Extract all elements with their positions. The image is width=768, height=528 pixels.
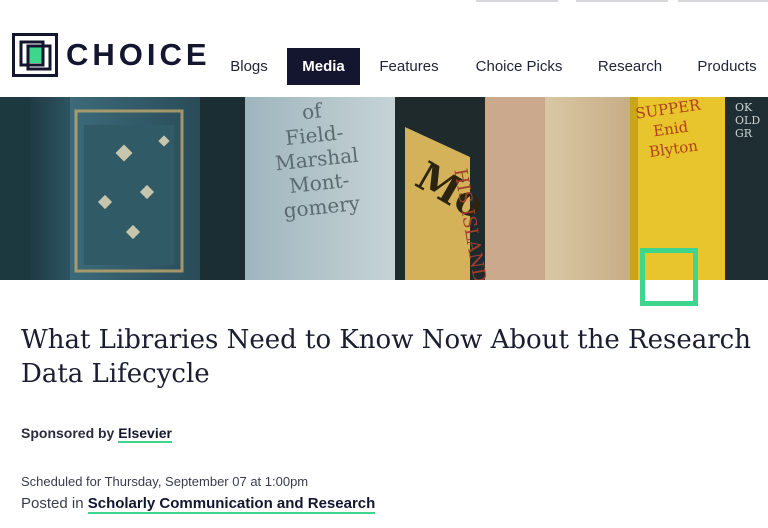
- posted-in-line: Posted in Scholarly Communication and Re…: [21, 495, 376, 514]
- nav-features[interactable]: Features: [370, 48, 448, 85]
- article-title: What Libraries Need to Know Now About th…: [21, 325, 751, 389]
- site-logo[interactable]: CHOICE: [12, 33, 211, 77]
- scheduled-time: Scheduled for Thursday, September 07 at …: [21, 474, 309, 489]
- sponsored-line: Sponsored by Elsevier: [21, 425, 172, 443]
- logo-wordmark: CHOICE: [66, 37, 211, 72]
- sponsored-prefix: Sponsored by: [21, 425, 115, 441]
- nav-research[interactable]: Research: [588, 48, 672, 85]
- accent-square-decoration: [640, 248, 698, 306]
- site-header: CHOICE Blogs Media Features Choice Picks…: [0, 0, 768, 97]
- nav-media[interactable]: Media: [287, 48, 360, 85]
- book-title-enid-blyton: SUPPER Enid Blyton: [634, 97, 702, 162]
- book-title-field-marshal: of Field- Marshal Mont- gomery: [273, 98, 362, 223]
- category-link[interactable]: Scholarly Communication and Research: [87, 495, 376, 514]
- nav-choice-picks[interactable]: Choice Picks: [464, 48, 574, 85]
- choice-logo-icon: [12, 33, 58, 77]
- nav-blogs[interactable]: Blogs: [218, 48, 280, 85]
- sponsor-link[interactable]: Elsevier: [118, 425, 172, 443]
- book-title-far-right: OK OLD GR: [735, 101, 761, 140]
- nav-products[interactable]: Products: [686, 48, 768, 85]
- posted-prefix: Posted in: [21, 495, 84, 512]
